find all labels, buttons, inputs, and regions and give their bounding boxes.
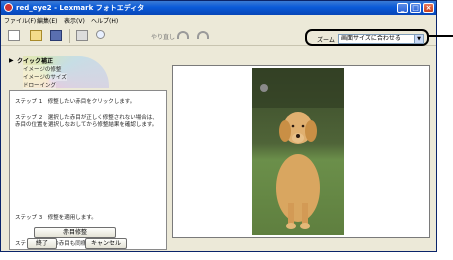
cancel-button[interactable]: キャンセル <box>85 238 127 249</box>
toolbar-separator <box>69 29 70 43</box>
save-icon[interactable] <box>49 29 63 42</box>
zoom-icon[interactable] <box>95 29 109 42</box>
chevron-down-icon[interactable]: ▼ <box>414 35 423 43</box>
zoom-label: ズーム <box>317 37 335 44</box>
redo-icon[interactable] <box>197 31 209 39</box>
step-3-text: ステップ 3 修整を適用します。 <box>15 215 97 221</box>
menu-bar: ファイル(F) 編集(E) 表示(V) ヘルプ(H) <box>1 15 436 26</box>
panel-item-retouch[interactable]: イメージの修整 <box>23 65 62 73</box>
finish-button[interactable]: 終了 <box>27 238 57 249</box>
new-icon[interactable] <box>7 29 21 42</box>
minimize-button[interactable]: _ <box>397 3 408 13</box>
menu-edit[interactable]: 編集(E) <box>37 16 57 25</box>
menu-view[interactable]: 表示(V) <box>64 16 85 25</box>
zoom-select[interactable]: 画面サイズに合わせる ▼ <box>338 34 424 44</box>
print-icon[interactable] <box>75 29 89 42</box>
image-preview[interactable] <box>172 65 430 238</box>
instructions-panel: ステップ 1 修整したい赤目をクリックします。 ステップ 2 選択した赤目が正し… <box>9 90 167 250</box>
app-icon <box>4 3 13 12</box>
task-panel: ▶ クイック補正 イメージの修整 イメージのサイズ ドローイング ステップ 1 … <box>3 48 167 251</box>
panel-title[interactable]: クイック補正 <box>17 56 53 65</box>
app-window: red_eye2 - Lexmark フォトエディタ _ □ × ファイル(F)… <box>0 0 437 252</box>
zoom-control: ズーム 画面サイズに合わせる ▼ <box>305 29 429 46</box>
panel-item-drawing[interactable]: ドローイング <box>23 81 57 89</box>
step-2-text: ステップ 2 選択した赤目が正しく修整されない場合は、赤目の位置を選択しなおして… <box>15 115 158 128</box>
panel-header: ▶ クイック補正 イメージの修整 イメージのサイズ ドローイング <box>9 54 109 89</box>
zoom-value: 画面サイズに合わせる <box>341 35 401 42</box>
dog-photo[interactable] <box>252 68 344 235</box>
title-bar[interactable]: red_eye2 - Lexmark フォトエディタ _ □ × <box>1 1 436 15</box>
open-icon[interactable] <box>29 29 43 42</box>
maximize-button[interactable]: □ <box>410 3 421 13</box>
callout-pointer <box>428 35 453 37</box>
canvas-area <box>167 48 434 251</box>
redeye-fix-button[interactable]: 赤目修整 <box>34 227 116 238</box>
undo-label[interactable]: やり直し <box>151 32 175 41</box>
triangle-right-icon: ▶ <box>9 57 14 64</box>
close-button[interactable]: × <box>423 3 434 13</box>
window-title: red_eye2 - Lexmark フォトエディタ <box>16 4 145 12</box>
panel-item-size[interactable]: イメージのサイズ <box>23 73 67 81</box>
menu-help[interactable]: ヘルプ(H) <box>91 16 118 25</box>
step-1-text: ステップ 1 修整したい赤目をクリックします。 <box>15 99 136 105</box>
menu-file[interactable]: ファイル(F) <box>4 16 36 25</box>
undo-icon[interactable] <box>177 31 189 39</box>
